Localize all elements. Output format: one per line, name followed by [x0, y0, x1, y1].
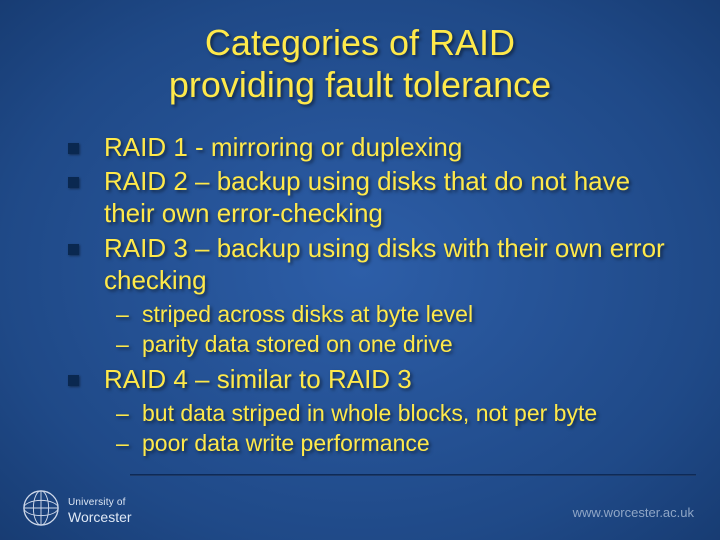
university-bottom: Worcester — [68, 509, 132, 525]
bullet-item: RAID 4 – similar to RAID 3 — [68, 363, 672, 395]
bullet-text: RAID 2 – backup using disks that do not … — [104, 166, 630, 228]
bullet-item: RAID 1 - mirroring or duplexing — [68, 131, 672, 163]
bullet-item: RAID 3 – backup using disks with their o… — [68, 232, 672, 296]
bullet-item: RAID 2 – backup using disks that do not … — [68, 165, 672, 229]
bullet-list-2: RAID 4 – similar to RAID 3 — [48, 363, 672, 395]
footer-url: www.worcester.ac.uk — [573, 505, 694, 520]
sub-text: but data striped in whole blocks, not pe… — [142, 400, 597, 426]
sub-text: parity data stored on one drive — [142, 331, 453, 357]
university-top: University of — [68, 497, 126, 508]
title-line-2: providing fault tolerance — [169, 64, 551, 105]
sub-item: striped across disks at byte level — [116, 300, 672, 329]
bullet-list-1: RAID 1 - mirroring or duplexing RAID 2 –… — [48, 131, 672, 296]
bullet-text: RAID 4 – similar to RAID 3 — [104, 364, 412, 394]
footer: University of Worcester www.worcester.ac… — [0, 474, 720, 540]
sub-text: poor data write performance — [142, 430, 430, 456]
slide-title: Categories of RAID providing fault toler… — [48, 22, 672, 107]
sub-item: poor data write performance — [116, 429, 672, 458]
sub-list-2: but data striped in whole blocks, not pe… — [48, 399, 672, 458]
slide: Categories of RAID providing fault toler… — [0, 0, 720, 540]
sub-item: but data striped in whole blocks, not pe… — [116, 399, 672, 428]
bullet-text: RAID 3 – backup using disks with their o… — [104, 233, 665, 295]
title-line-1: Categories of RAID — [205, 22, 515, 63]
sub-text: striped across disks at byte level — [142, 301, 473, 327]
sub-list-1: striped across disks at byte level parit… — [48, 300, 672, 359]
globe-icon — [22, 489, 60, 532]
bullet-text: RAID 1 - mirroring or duplexing — [104, 132, 462, 162]
footer-divider — [130, 474, 696, 476]
sub-item: parity data stored on one drive — [116, 330, 672, 359]
university-logo: University of Worcester — [22, 489, 132, 532]
university-name: University of Worcester — [68, 496, 132, 525]
